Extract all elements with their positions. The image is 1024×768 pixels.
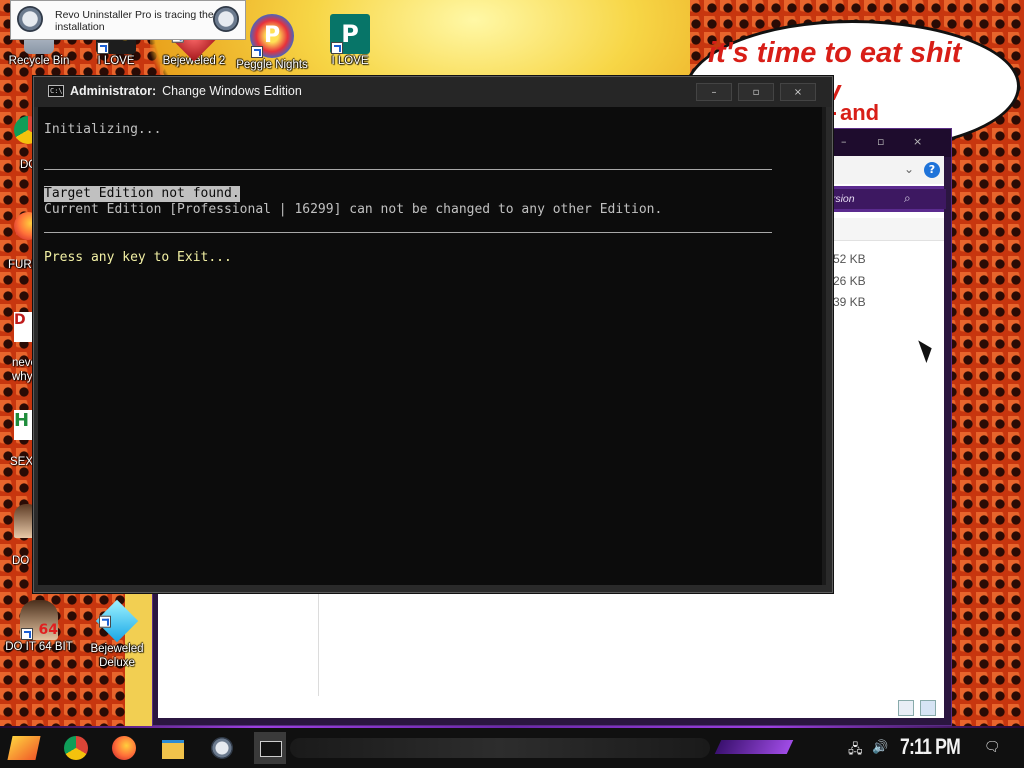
taskbar-clock[interactable]: 7:11 PM	[900, 734, 961, 760]
taskbar-chrome[interactable]	[60, 732, 92, 764]
taskbar-file-explorer[interactable]	[157, 732, 189, 764]
file-size: 52 KB	[833, 252, 866, 266]
console-line-initializing: Initializing...	[44, 122, 162, 137]
publisher-icon: P	[330, 14, 370, 54]
terminal-icon	[260, 741, 282, 757]
firefox-icon	[112, 736, 136, 760]
side-label: why	[12, 371, 33, 383]
window-title-prefix: Administrator:	[70, 84, 157, 98]
desktop-icon-label: Bejeweled Deluxe	[90, 643, 144, 669]
cmd-titlebar[interactable]: C:\ Administrator: Change Windows Edition…	[34, 77, 832, 107]
window-title-text: Change Windows Edition	[162, 84, 302, 98]
taskbar-cmd[interactable]	[254, 732, 286, 764]
peggle-icon: P	[250, 14, 294, 58]
desktop-icon-label: Recycle Bin	[8, 55, 70, 67]
details-view-icon[interactable]	[898, 700, 914, 716]
file-size: 26 KB	[833, 274, 866, 288]
diamond-icon	[95, 599, 139, 643]
speech-bubble-extra: and	[840, 100, 880, 125]
explorer-minimize-button[interactable]: –	[841, 135, 847, 148]
close-button[interactable]: ×	[780, 83, 816, 101]
minimize-button[interactable]: –	[696, 83, 732, 101]
taskbar-accent-bar	[714, 740, 794, 754]
console-line-error: Target Edition not found.	[44, 186, 240, 202]
revo-icon	[17, 6, 43, 32]
console-divider	[44, 232, 772, 233]
network-icon[interactable]: 🖧	[848, 740, 863, 762]
start-button[interactable]	[7, 732, 41, 764]
console-output[interactable]: Initializing... Target Edition not found…	[38, 107, 826, 585]
notifications-icon[interactable]: 🗨	[984, 740, 1001, 755]
explorer-close-button[interactable]: ×	[913, 135, 922, 148]
maximize-button[interactable]: ▫	[738, 83, 774, 101]
desktop-icon-bejeweled-deluxe[interactable]: Bejeweled Deluxe	[78, 599, 156, 670]
desktop-icon-label: I LOVE	[331, 55, 369, 67]
terminal-icon: C:\	[48, 85, 64, 97]
desktop-icon-label: I LOVE	[97, 55, 135, 67]
side-label: SEX	[10, 456, 34, 468]
command-prompt-window[interactable]: C:\ Administrator: Change Windows Edition…	[33, 76, 833, 593]
desktop-icon-label: DO IT 64 BIT	[5, 641, 73, 653]
explorer-maximize-button[interactable]: ▫	[877, 135, 884, 148]
taskbar-decoration	[290, 738, 710, 758]
start-icon	[7, 736, 41, 760]
revo-icon	[211, 737, 233, 759]
window-title: Administrator: Change Windows Edition	[70, 84, 302, 98]
console-line-current-edition: Current Edition [Professional | 16299] c…	[44, 202, 663, 217]
help-icon[interactable]: ?	[924, 162, 940, 178]
console-divider	[44, 169, 772, 170]
taskbar-firefox[interactable]	[108, 732, 140, 764]
chevron-down-icon[interactable]: ⌄	[904, 162, 914, 176]
console-line-exit: Press any key to Exit...	[44, 250, 232, 265]
search-icon[interactable]: ⌕	[904, 191, 911, 206]
desktop-icon-do-it-64-bit[interactable]: 64 DO IT 64 BIT	[0, 600, 78, 654]
revo-notification-text: Revo Uninstaller Pro is tracing the inst…	[55, 9, 214, 33]
desktop-icon-label: Peggle Nights	[236, 59, 308, 71]
desktop-icon-i-love-2[interactable]: P I LOVE	[311, 14, 389, 68]
thumbnail-view-icon[interactable]	[920, 700, 936, 716]
file-size: 39 KB	[833, 295, 866, 309]
revo-notification[interactable]: Revo Uninstaller Pro is tracing the inst…	[10, 0, 246, 40]
volume-icon[interactable]: 🔊	[872, 740, 888, 755]
navigation-pane-divider[interactable]	[318, 590, 319, 696]
portrait-icon: 64	[20, 600, 58, 640]
taskbar-revo[interactable]	[206, 732, 238, 764]
chrome-icon	[64, 736, 88, 760]
console-scrollbar[interactable]	[822, 107, 826, 585]
folder-icon	[162, 740, 184, 759]
revo-icon	[213, 6, 239, 32]
